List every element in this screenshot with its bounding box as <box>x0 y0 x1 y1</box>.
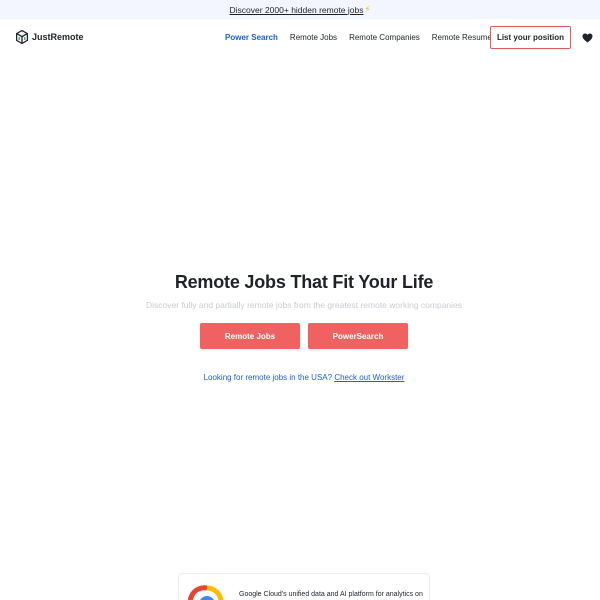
ad-text: Google Cloud's unified data and AI platf… <box>239 591 423 598</box>
lightning-icon: ⚡ <box>364 4 371 14</box>
hero-title: Remote Jobs That Fit Your Life <box>174 272 434 292</box>
remote-jobs-button[interactable]: Remote Jobs <box>200 323 300 349</box>
announcement-bar: Discover 2000+ hidden remote jobs ⚡ <box>0 0 600 19</box>
announcement-link[interactable]: Discover 2000+ hidden remote jobs <box>230 5 364 15</box>
nav-remote-companies[interactable]: Remote Companies <box>349 33 420 42</box>
logo-text: JustRemote <box>32 32 84 42</box>
logo-icon <box>16 30 28 44</box>
nav-remote-jobs[interactable]: Remote Jobs <box>290 33 337 42</box>
nav-power-search[interactable]: Power Search <box>225 33 278 42</box>
google-cloud-icon <box>187 585 224 600</box>
workster-link[interactable]: Check out Workster <box>334 373 404 382</box>
list-position-button[interactable]: List your position <box>490 26 571 49</box>
heart-icon[interactable] <box>582 33 593 43</box>
logo[interactable]: JustRemote <box>16 30 84 44</box>
main-nav: Power Search Remote Jobs Remote Companie… <box>225 33 504 42</box>
site-header: JustRemote Power Search Remote Jobs Remo… <box>0 19 600 57</box>
hero-subtitle: Discover fully and partially remote jobs… <box>145 300 463 310</box>
usa-notice-text: Looking for remote jobs in the USA? <box>203 373 333 382</box>
ad-card[interactable]: Google Cloud's unified data and AI platf… <box>178 573 430 600</box>
powersearch-button[interactable]: PowerSearch <box>308 323 408 349</box>
usa-notice: Looking for remote jobs in the USA? Chec… <box>0 373 600 382</box>
nav-remote-resume[interactable]: Remote Resume <box>432 33 492 42</box>
